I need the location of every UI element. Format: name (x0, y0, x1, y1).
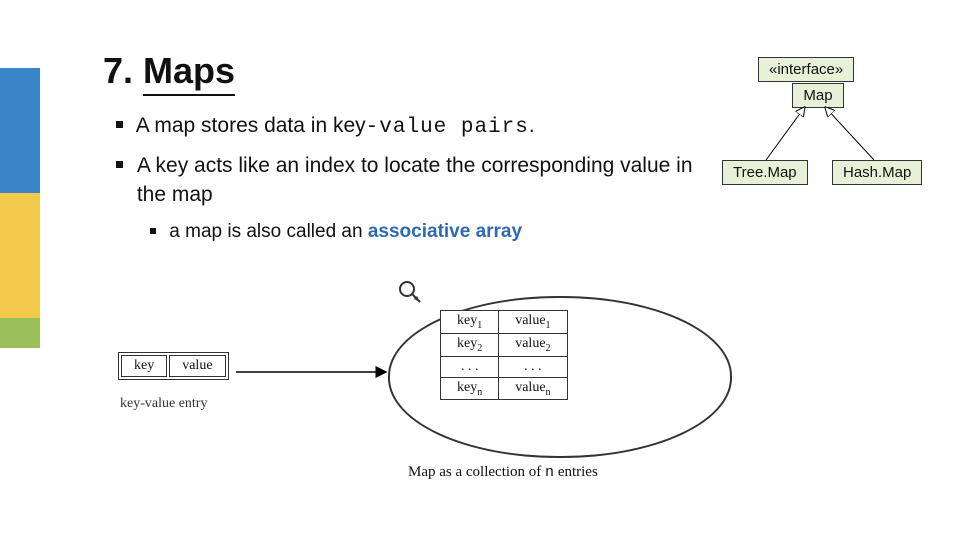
bullet-3: a map is also called an associative arra… (150, 219, 736, 245)
caption-pre: Map as a collection of (408, 464, 545, 480)
dots-left: . . . (441, 356, 499, 377)
kn-cell: keyn (441, 377, 499, 400)
v2-cell: value2 (499, 333, 567, 356)
bullet-1-text-mono: -value pairs (366, 116, 529, 139)
k2-cell: key2 (441, 333, 499, 356)
kv-entry-label: key-value entry (120, 396, 207, 412)
bullet-icon (116, 161, 123, 168)
bullet-3-text: a map is also called an (169, 221, 368, 242)
diagram-caption: Map as a collection of n entries (408, 464, 598, 481)
kv-multi-table: key1 value1 key2 value2 . . . . . . keyn… (440, 310, 568, 400)
bullet-1: A map stores data in key-value pairs. (116, 112, 736, 142)
accent-bar-green (0, 318, 40, 348)
hashmap-label: Hash.Map (843, 164, 911, 181)
bullet-2-text: A key acts like an index to locate the c… (137, 152, 717, 209)
bullet-1-text-a: A map stores data in key (136, 114, 366, 137)
bullet-icon (150, 228, 156, 234)
title-text: Maps (143, 50, 235, 96)
arrow-to-collection (236, 366, 396, 386)
bullet-list: A map stores data in key-value pairs. A … (116, 112, 736, 255)
title-number: 7. (103, 50, 133, 91)
associative-array-term: associative array (368, 221, 522, 242)
caption-n: n (545, 464, 554, 481)
single-value-cell: value (169, 355, 225, 377)
v1-cell: value1 (499, 311, 567, 334)
slide: 7. Maps «interface» Map Tree.Map Hash.Ma… (0, 0, 960, 540)
single-key-cell: key (121, 355, 167, 377)
accent-bar-blue (0, 68, 40, 193)
box-interface: «interface» (758, 57, 854, 82)
k1-cell: key1 (441, 311, 499, 334)
slide-title: 7. Maps (103, 50, 235, 96)
treemap-label: Tree.Map (733, 164, 797, 181)
inherit-arrow-right (820, 104, 890, 164)
bullet-icon (116, 121, 123, 128)
bullet-2: A key acts like an index to locate the c… (116, 152, 736, 209)
map-label: Map (803, 87, 832, 104)
inherit-arrow-left (760, 104, 820, 164)
map-diagram: key value key-value entry key1 value1 ke… (118, 296, 758, 506)
accent-bar-yellow (0, 193, 40, 318)
bullet-1-text-b: . (529, 114, 535, 137)
kv-single-entry: key value (118, 352, 229, 380)
caption-post: entries (554, 464, 598, 480)
dots-right: . . . (499, 356, 567, 377)
vn-cell: valuen (499, 377, 567, 400)
interface-label: «interface» (769, 61, 843, 78)
